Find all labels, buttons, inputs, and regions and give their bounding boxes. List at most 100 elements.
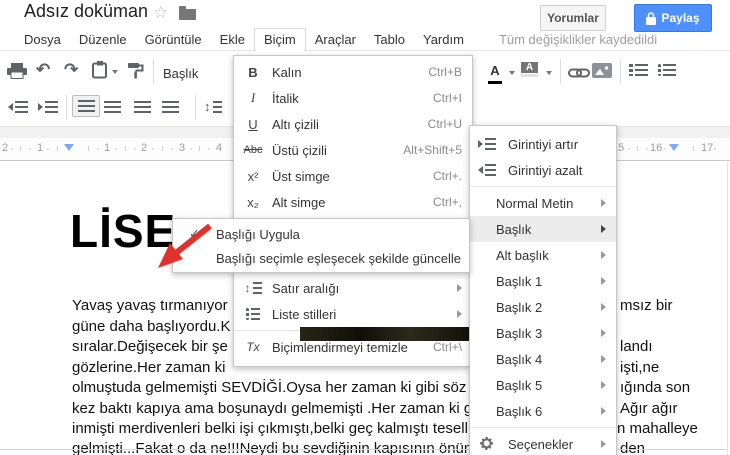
bulleted-list-icon[interactable]: [658, 64, 676, 76]
ruler-tick: [637, 146, 638, 151]
redo-icon[interactable]: ↷: [64, 60, 78, 80]
ruler-number: 1: [104, 142, 111, 154]
menu-item-heading-5[interactable]: Başlık 5: [470, 372, 616, 398]
image-icon[interactable]: [592, 63, 612, 83]
doc-line-fragment[interactable]: Ağır ağır: [620, 400, 678, 417]
menu-item-indent-increase[interactable]: Girintiyi artır: [470, 131, 616, 157]
google-docs-window: Adsız doküman ☆ Yorumlar Paylaş Dosya Dü…: [0, 0, 730, 455]
ruler-dot: [714, 148, 716, 150]
indent-increase-icon[interactable]: [38, 101, 58, 113]
ruler-dot: [152, 148, 154, 150]
menu-item-bold[interactable]: B Kalın Ctrl+B: [234, 59, 472, 85]
menu-goruntule[interactable]: Görüntüle: [136, 28, 211, 51]
document-title[interactable]: Adsız doküman: [24, 1, 148, 22]
submenu-arrow-icon: [601, 329, 606, 337]
menu-item-indent-decrease[interactable]: Girintiyi azalt: [470, 157, 616, 183]
menu-item-superscript[interactable]: x² Üst simge Ctrl+.: [234, 163, 472, 189]
doc-line[interactable]: gelmişti...Fakat o da ne!!!Neydi bu sevd…: [72, 440, 472, 455]
menu-item-options[interactable]: Seçenekler: [470, 431, 616, 455]
save-status: Tüm değişiklikler kaydedildi: [498, 32, 658, 47]
menu-item-underline[interactable]: U Altı çizili Ctrl+U: [234, 111, 472, 137]
undo-icon[interactable]: ↶: [36, 60, 50, 80]
menu-separator: [470, 186, 616, 187]
menu-item-heading-2[interactable]: Başlık 2: [470, 294, 616, 320]
menu-item-heading-3[interactable]: Başlık 3: [470, 320, 616, 346]
menu-item-normal-text[interactable]: Normal Metin: [470, 190, 616, 216]
submenu-arrow-icon: [601, 303, 606, 311]
selection-artifact: [300, 327, 470, 341]
print-icon[interactable]: [7, 63, 27, 84]
indent-marker-right[interactable]: [669, 144, 679, 151]
menu-item-heading-6[interactable]: Başlık 6: [470, 398, 616, 424]
paint-roller-icon[interactable]: [128, 62, 145, 84]
doc-line-fragment[interactable]: işti,ne: [620, 359, 659, 376]
doc-line-fragment[interactable]: den: [620, 440, 645, 455]
paint-format-icon[interactable]: [92, 61, 108, 84]
menu-item-subscript[interactable]: x₂ Alt simge Ctrl+,: [234, 189, 472, 215]
toolbar-separator: [153, 59, 154, 84]
ruler-dot: [664, 148, 666, 150]
ruler-tick: [20, 146, 21, 151]
page-right-edge: [727, 162, 728, 455]
ruler-tick: [57, 146, 58, 151]
comments-button-label: Yorumlar: [547, 11, 599, 25]
superscript-icon: x²: [247, 168, 259, 184]
doc-line-fragment[interactable]: landı: [620, 338, 653, 355]
format-menu: B Kalın Ctrl+B I İtalik Ctrl+I U Altı çi…: [233, 55, 473, 367]
menu-item-strikethrough[interactable]: Abc Üstü çizili Alt+Shift+5: [234, 137, 472, 163]
highlight-color-icon[interactable]: A: [521, 62, 538, 77]
paragraph-styles-submenu: Girintiyi artır Girintiyi azalt Normal M…: [469, 125, 617, 455]
doc-line-fragment[interactable]: ığında son: [620, 379, 690, 396]
menu-item-subtitle[interactable]: Alt başlık: [470, 242, 616, 268]
doc-line-fragment[interactable]: msız bir: [620, 297, 673, 314]
toolbar-separator: [560, 59, 561, 84]
menu-tablo[interactable]: Tablo: [365, 28, 414, 51]
paint-format-caret-icon[interactable]: [112, 70, 118, 74]
menu-bicim[interactable]: Biçim: [253, 28, 306, 51]
doc-line[interactable]: olmuştuda gelmemişti SEVDİĞİ.Oysa her za…: [72, 379, 466, 396]
menu-duzenle[interactable]: Düzenle: [70, 28, 136, 51]
italic-icon: I: [250, 90, 256, 105]
align-left-button[interactable]: [72, 95, 100, 117]
lock-icon: [646, 11, 657, 25]
menu-dosya[interactable]: Dosya: [15, 28, 70, 51]
align-center-icon[interactable]: [104, 100, 121, 118]
indent-decrease-icon[interactable]: [8, 101, 28, 113]
menu-item-heading-4[interactable]: Başlık 4: [470, 346, 616, 372]
ruler-number: 2: [141, 142, 148, 154]
line-spacing-icon[interactable]: ↕: [204, 99, 222, 114]
doc-line[interactable]: kez baktı kapıya ama boşunaydı gelmemişt…: [72, 400, 472, 417]
link-icon[interactable]: [568, 66, 590, 84]
menu-araclar[interactable]: Araçlar: [306, 28, 365, 51]
annotation-arrow: [158, 223, 212, 268]
doc-line[interactable]: sıralar.Değişecek bir şe: [72, 338, 228, 355]
doc-line[interactable]: Yavaş yavaş tırmanıyor: [72, 297, 228, 314]
submenu-arrow-icon: [601, 199, 606, 207]
ruler-dot: [11, 148, 13, 150]
folder-icon[interactable]: [179, 6, 196, 20]
indent-increase-icon: [470, 138, 504, 150]
align-justify-icon[interactable]: [162, 100, 179, 118]
menu-item-italic[interactable]: I İtalik Ctrl+I: [234, 85, 472, 111]
menu-item-title[interactable]: Başlık: [470, 216, 616, 242]
align-right-icon[interactable]: [134, 100, 151, 118]
ruler-dot: [115, 148, 117, 150]
highlight-color-caret-icon[interactable]: [546, 71, 552, 75]
text-color-icon[interactable]: A: [488, 62, 502, 84]
submenu-arrow-icon: [601, 277, 606, 285]
style-selector[interactable]: Başlık: [163, 66, 198, 81]
numbered-list-icon[interactable]: [629, 64, 648, 76]
menu-yardim[interactable]: Yardım: [414, 28, 473, 51]
doc-line[interactable]: inmişti merdivenleri belki işi çıkmıştı,…: [72, 420, 468, 437]
star-icon[interactable]: ☆: [153, 3, 168, 23]
menu-item-list-styles[interactable]: Liste stilleri: [234, 301, 472, 327]
doc-line[interactable]: güne daha başlıyordu.K: [72, 318, 230, 335]
menu-item-heading-1[interactable]: Başlık 1: [470, 268, 616, 294]
doc-line-fragment[interactable]: n mahalleye: [617, 420, 698, 437]
menu-item-line-spacing[interactable]: ↕ Satır aralığı: [234, 275, 472, 301]
menu-ekle[interactable]: Ekle: [211, 28, 254, 51]
doc-line[interactable]: gözlerine.Her zaman ki: [72, 359, 225, 376]
text-color-caret-icon[interactable]: [509, 71, 515, 75]
align-left-icon: [77, 100, 95, 112]
indent-marker-left[interactable]: [64, 144, 74, 151]
